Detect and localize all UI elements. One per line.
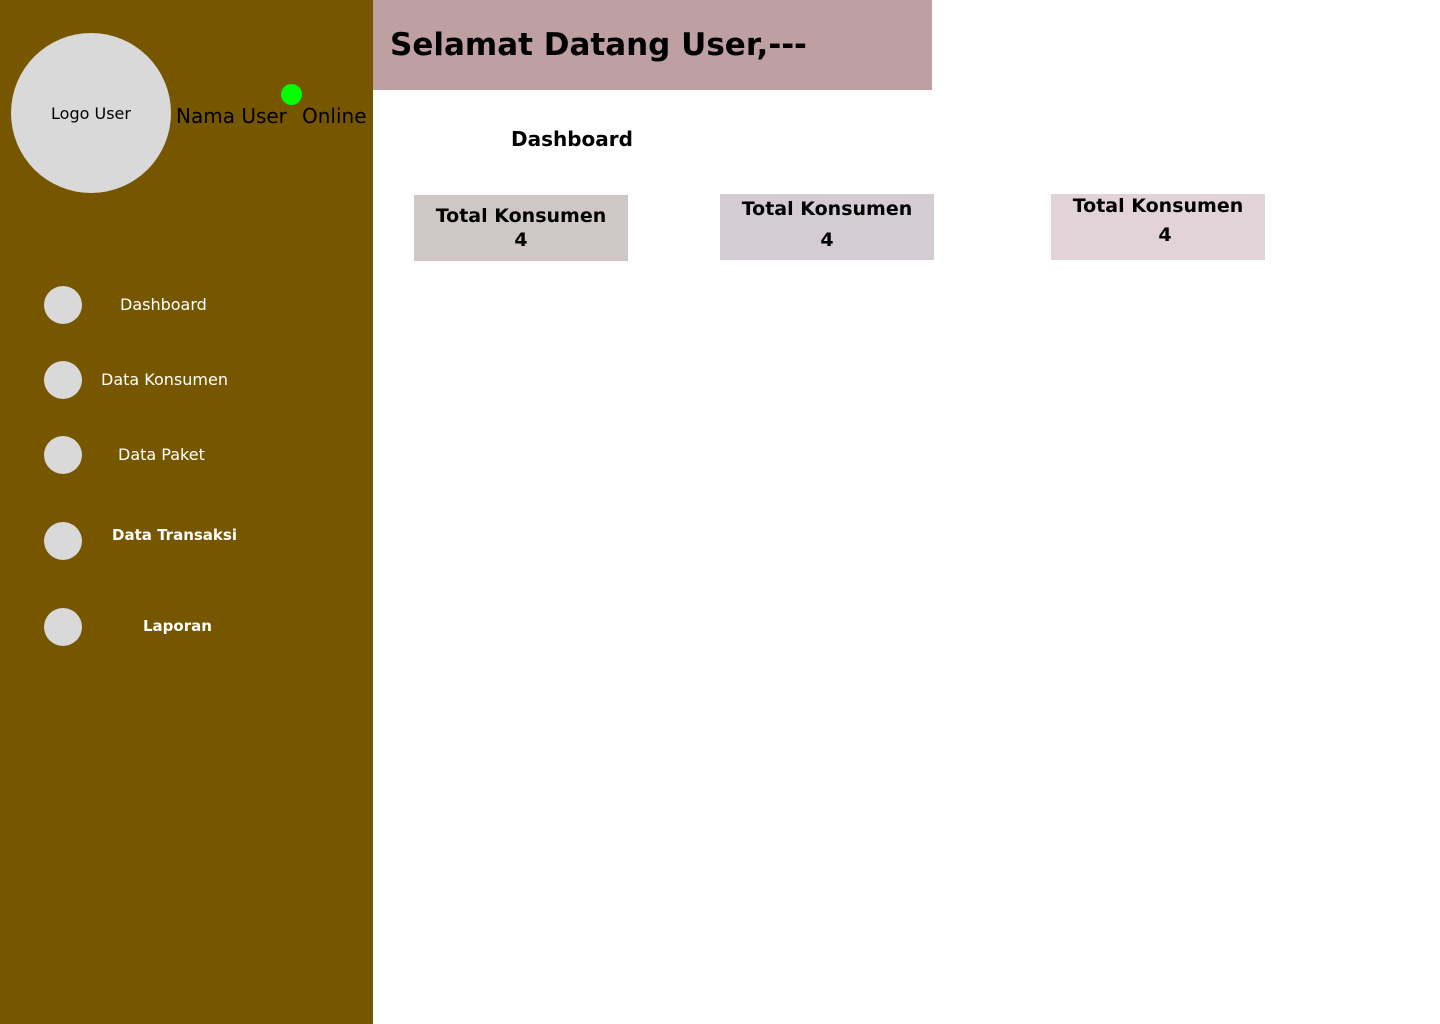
sidebar-item-label: Dashboard <box>120 295 207 314</box>
section-title: Dashboard <box>511 127 633 151</box>
user-name: Nama User <box>176 104 287 128</box>
page-title: Selamat Datang User,--- <box>390 27 807 63</box>
sidebar-item-data-transaksi[interactable]: Data Transaksi <box>0 522 373 560</box>
circle-icon <box>44 522 82 560</box>
circle-icon <box>44 608 82 646</box>
stat-card-value: 4 <box>514 229 528 251</box>
online-status-icon <box>281 84 302 105</box>
stat-card-total-konsumen: Total Konsumen 4 <box>720 194 934 260</box>
circle-icon <box>44 361 82 399</box>
stat-card-label: Total Konsumen <box>1072 195 1244 217</box>
sidebar-item-label: Laporan <box>143 617 212 635</box>
stat-card-value: 4 <box>820 229 834 251</box>
stat-card-value: 4 <box>1158 224 1172 246</box>
sidebar-item-data-paket[interactable]: Data Paket <box>0 436 373 474</box>
status-text: Online <box>302 104 367 128</box>
stat-card-total-konsumen: Total Konsumen 4 <box>1051 194 1265 260</box>
welcome-banner: Selamat Datang User,--- <box>373 0 932 90</box>
stat-card-label: Total Konsumen <box>435 205 607 227</box>
stat-card-total-konsumen: Total Konsumen 4 <box>414 195 628 261</box>
sidebar-item-data-konsumen[interactable]: Data Konsumen <box>0 361 373 399</box>
circle-icon <box>44 436 82 474</box>
sidebar-item-label: Data Transaksi <box>112 526 237 544</box>
sidebar-item-dashboard[interactable]: Dashboard <box>0 286 373 324</box>
sidebar: Logo User Nama User Online Dashboard Dat… <box>0 0 373 1024</box>
avatar-label: Logo User <box>51 103 131 123</box>
user-avatar[interactable]: Logo User <box>11 33 171 193</box>
sidebar-item-label: Data Konsumen <box>101 370 228 389</box>
circle-icon <box>44 286 82 324</box>
stat-card-label: Total Konsumen <box>741 198 913 220</box>
sidebar-item-label: Data Paket <box>118 445 205 464</box>
sidebar-item-laporan[interactable]: Laporan <box>0 608 373 646</box>
